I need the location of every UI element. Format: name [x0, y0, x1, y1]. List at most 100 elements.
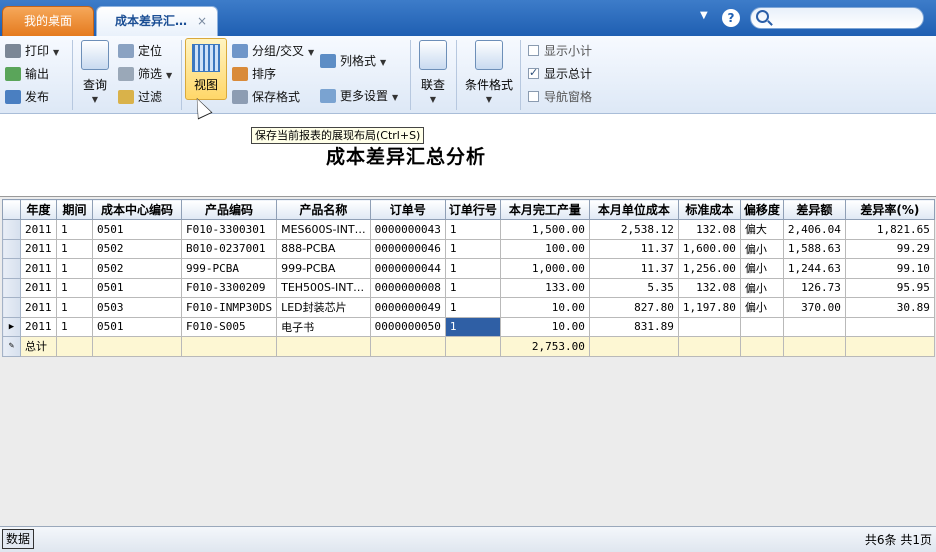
row-indicator[interactable]	[2, 258, 21, 279]
column-header[interactable]: 年度	[20, 199, 57, 220]
row-indicator[interactable]	[2, 238, 21, 259]
save-format-button[interactable]: 保存格式	[232, 88, 300, 105]
table-cell[interactable]	[677, 316, 741, 337]
column-format-button[interactable]: 列格式 ▼	[320, 52, 386, 69]
table-row[interactable]: 2011 1 0501 F010-3300209 TEH500S-INT… 0000000…	[2, 277, 935, 298]
table-cell[interactable]: 99.29	[844, 238, 935, 259]
table-cell[interactable]: 0000000008	[369, 277, 446, 298]
table-cell[interactable]: 0000000049	[369, 297, 446, 318]
table-cell[interactable]: F010-3300209	[180, 277, 278, 298]
table-cell[interactable]: 2011	[20, 219, 57, 240]
table-cell[interactable]: 11.37	[588, 258, 679, 279]
table-cell[interactable]: 1	[444, 297, 501, 318]
table-row[interactable]: ▶ 2011 1 0501 F010-S005 电子书 0000000050 1 10.00 83…	[2, 316, 935, 337]
table-cell[interactable]: F010-3300301	[180, 219, 278, 240]
table-cell[interactable]: 电子书	[276, 316, 371, 337]
column-header[interactable]: 本月单位成本	[588, 199, 679, 220]
table-cell[interactable]: 2,406.04	[782, 219, 846, 240]
table-row[interactable]: 2011 1 0502 999-PCBA 999-PCBA 0000000044 1 1,00…	[2, 258, 935, 279]
table-cell[interactable]	[844, 316, 935, 337]
table-cell[interactable]: 0502	[92, 258, 182, 279]
table-cell[interactable]: 1,588.63	[782, 238, 846, 259]
export-button[interactable]: 输出	[5, 65, 49, 82]
table-cell[interactable]: 2011	[20, 277, 57, 298]
table-cell[interactable]: 1	[444, 258, 501, 279]
column-header[interactable]: 产品名称	[276, 199, 371, 220]
table-cell[interactable]: 888-PCBA	[276, 238, 371, 259]
table-cell[interactable]: 0000000044	[369, 258, 446, 279]
table-cell[interactable]: 偏小	[739, 297, 784, 318]
table-cell[interactable]: 1	[56, 219, 93, 240]
table-cell[interactable]: 0000000046	[369, 238, 446, 259]
table-cell[interactable]: 827.80	[588, 297, 679, 318]
table-cell[interactable]: F010-S005	[180, 316, 278, 337]
table-cell[interactable]: 1	[444, 219, 501, 240]
table-cell[interactable]: 30.89	[844, 297, 935, 318]
table-cell[interactable]: 1	[56, 277, 93, 298]
table-cell[interactable]: 偏小	[739, 238, 784, 259]
table-cell[interactable]: 132.08	[677, 277, 741, 298]
column-header[interactable]: 差异额	[782, 199, 846, 220]
column-header[interactable]: 产品编码	[180, 199, 278, 220]
row-indicator[interactable]	[2, 219, 21, 240]
query-button[interactable]: 查询 ▼	[78, 40, 112, 104]
table-cell[interactable]: 0501	[92, 219, 182, 240]
table-cell[interactable]: 1,821.65	[844, 219, 935, 240]
table-cell[interactable]: 132.08	[677, 219, 741, 240]
search-input[interactable]	[750, 7, 924, 29]
table-cell[interactable]: LED封装芯片	[276, 297, 371, 318]
table-cell[interactable]: 1,244.63	[782, 258, 846, 279]
column-header[interactable]: 偏移度	[739, 199, 784, 220]
table-cell[interactable]: 831.89	[588, 316, 679, 337]
table-row[interactable]: 2011 1 0502 B010-0237001 888-PCBA 0000000046 1…	[2, 238, 935, 259]
table-cell[interactable]: F010-INMP30DS	[180, 297, 278, 318]
group-cross-button[interactable]: 分组/交叉 ▼	[232, 42, 314, 59]
table-cell[interactable]: 999-PCBA	[276, 258, 371, 279]
table-cell[interactable]: 偏大	[739, 219, 784, 240]
table-cell[interactable]: 0501	[92, 277, 182, 298]
data-tab[interactable]: 数据	[2, 529, 34, 549]
table-cell[interactable]: 0000000043	[369, 219, 446, 240]
table-cell[interactable]: 95.95	[844, 277, 935, 298]
table-cell[interactable]	[739, 316, 784, 337]
table-row[interactable]: 2011 1 0501 F010-3300301 MES600S-INT… 0000000…	[2, 219, 935, 240]
table-cell[interactable]: 133.00	[499, 277, 590, 298]
table-cell[interactable]: 1,197.80	[677, 297, 741, 318]
link-query-button[interactable]: 联查 ▼	[416, 40, 450, 104]
table-cell[interactable]: 1	[56, 258, 93, 279]
column-header[interactable]: 差异率(%)	[844, 199, 935, 220]
column-header[interactable]: 订单行号	[444, 199, 501, 220]
table-cell[interactable]: 2,538.12	[588, 219, 679, 240]
table-cell[interactable]: 偏小	[739, 258, 784, 279]
table-cell[interactable]: 1	[444, 277, 501, 298]
help-icon[interactable]: ?	[722, 9, 740, 27]
view-button[interactable]: 视图	[185, 38, 227, 100]
sort-button[interactable]: 排序	[232, 65, 276, 82]
tab-my-desktop[interactable]: 我的桌面	[2, 6, 94, 36]
table-cell[interactable]: B010-0237001	[180, 238, 278, 259]
table-cell[interactable]: MES600S-INT…	[276, 219, 371, 240]
table-cell[interactable]: 1,500.00	[499, 219, 590, 240]
table-cell[interactable]: 1	[56, 316, 93, 337]
tab-cost-variance-report[interactable]: 成本差异汇… ×	[96, 6, 218, 36]
table-cell[interactable]	[782, 316, 846, 337]
table-cell[interactable]: TEH500S-INT…	[276, 277, 371, 298]
table-cell[interactable]: 999-PCBA	[180, 258, 278, 279]
table-cell[interactable]: 11.37	[588, 238, 679, 259]
more-settings-button[interactable]: 更多设置 ▼	[320, 87, 398, 104]
conditional-format-button[interactable]: 条件格式 ▼	[462, 40, 516, 104]
table-row[interactable]: 2011 1 0503 F010-INMP30DS LED封装芯片 0000000049 1…	[2, 297, 935, 318]
publish-button[interactable]: 发布	[5, 88, 49, 105]
current-row-arrow-icon[interactable]: ▶	[2, 316, 21, 337]
table-cell[interactable]: 99.10	[844, 258, 935, 279]
print-button[interactable]: 打印 ▼	[5, 42, 59, 59]
table-cell[interactable]: 1	[56, 297, 93, 318]
table-cell[interactable]: 370.00	[782, 297, 846, 318]
table-cell[interactable]: 2011	[20, 297, 57, 318]
table-cell[interactable]: 100.00	[499, 238, 590, 259]
table-cell[interactable]: 10.00	[499, 316, 590, 337]
chevron-down-icon[interactable]: ▼	[700, 10, 708, 21]
close-icon[interactable]: ×	[197, 7, 207, 35]
locate-button[interactable]: 定位	[118, 42, 162, 59]
table-cell[interactable]: 0503	[92, 297, 182, 318]
